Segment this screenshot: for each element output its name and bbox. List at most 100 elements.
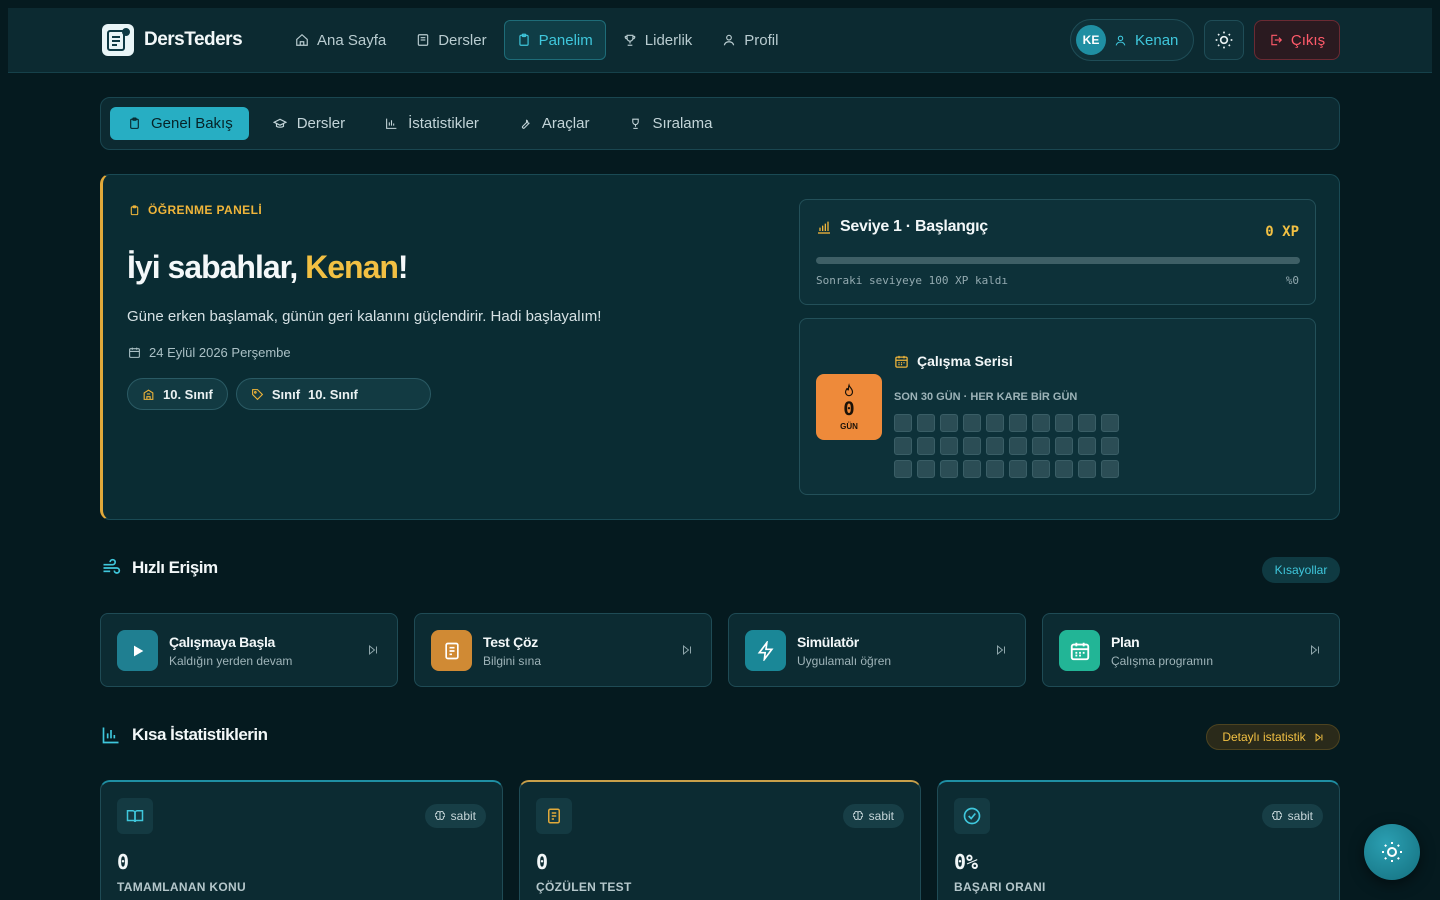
stat-label: TAMAMLANAN KONU	[117, 880, 246, 894]
skip-forward-icon	[369, 644, 377, 656]
grade-chip-label: 10. Sınıf	[163, 386, 213, 402]
streak-day-cell	[1101, 437, 1119, 455]
clipboard-icon	[130, 117, 139, 129]
book-icon	[417, 34, 429, 46]
shortcuts-button[interactable]: Kısayollar	[1262, 557, 1340, 583]
user-menu[interactable]: KE Kenan	[1070, 19, 1194, 61]
wrench-icon	[521, 119, 530, 129]
quick-card-title: Plan	[1111, 634, 1140, 650]
streak-day-cell	[940, 414, 958, 432]
level-title: Seviye 1 · Başlangıç	[816, 218, 988, 236]
theme-toggle-button[interactable]	[1204, 20, 1244, 60]
brand-name: DersTeders	[144, 29, 243, 50]
nav-profile[interactable]: Profil	[709, 20, 791, 60]
stat-value: 0	[536, 850, 549, 874]
streak-day-cell	[940, 460, 958, 478]
nav-profile-label: Profil	[744, 31, 779, 49]
quick-card-subtitle: Bilgini sına	[483, 654, 542, 668]
streak-day-cell	[1009, 414, 1027, 432]
streak-unit: GÜN	[840, 422, 858, 431]
streak-day-cell	[1101, 460, 1119, 478]
skip-forward-icon	[997, 644, 1005, 656]
tab-lessons[interactable]: Dersler	[255, 107, 361, 140]
flame-icon	[844, 383, 854, 397]
nav-home[interactable]: Ana Sayfa	[282, 20, 399, 60]
streak-day-cell	[1078, 437, 1096, 455]
school-icon	[143, 389, 154, 400]
tab-ranking-label: Sıralama	[652, 115, 713, 132]
streak-count: 0	[843, 398, 855, 420]
current-date-text: 24 Eylül 2026 Perşembe	[149, 345, 291, 360]
skip-forward-icon	[683, 644, 691, 656]
stats-title: Kısa İstatistiklerin	[132, 725, 268, 744]
brand[interactable]: DersTeders	[102, 24, 243, 56]
stat-value: 0	[117, 850, 130, 874]
theme-fab-button[interactable]	[1364, 824, 1420, 880]
logout-button[interactable]: Çıkış	[1254, 20, 1340, 60]
tab-statistics[interactable]: İstatistikler	[367, 107, 495, 140]
streak-title: Çalışma Serisi	[894, 353, 1013, 369]
streak-day-cell	[1055, 460, 1073, 478]
dashboard-tabs: Genel Bakış Dersler İstatistikler Araçla…	[100, 97, 1340, 150]
streak-day-cell	[1055, 437, 1073, 455]
nav-lessons[interactable]: Dersler	[403, 20, 499, 60]
streak-day-cell	[917, 460, 935, 478]
greeting-prefix: İyi sabahlar,	[127, 249, 306, 285]
logout-label: Çıkış	[1290, 31, 1326, 49]
stat-label: ÇÖZÜLEN TEST	[536, 880, 632, 894]
quick-card-start[interactable]: Çalışmaya Başla Kaldığın yerden devam	[100, 613, 398, 687]
calendar-icon	[895, 355, 908, 368]
tab-tools[interactable]: Araçlar	[501, 107, 606, 140]
streak-day-cell	[1032, 414, 1050, 432]
quick-icon-box	[431, 630, 472, 671]
streak-day-cell	[894, 414, 912, 432]
status-badge-label: sabit	[450, 809, 476, 823]
quick-card-subtitle: Kaldığın yerden devam	[169, 654, 293, 668]
streak-day-cell	[1078, 460, 1096, 478]
streak-day-cell	[963, 460, 981, 478]
stat-value: 0%	[954, 850, 979, 874]
sun-icon	[1382, 842, 1402, 862]
stat-icon-box	[536, 798, 572, 834]
skip-forward-icon	[1311, 644, 1319, 656]
nav-dashboard[interactable]: Panelim	[503, 20, 606, 60]
nav-leaderboard[interactable]: Liderlik	[610, 20, 706, 60]
nav-links: Ana Sayfa Dersler Panelim Liderlik Profi…	[282, 20, 791, 60]
quick-card-plan[interactable]: Plan Çalışma programın	[1042, 613, 1340, 687]
trophy-icon	[632, 118, 640, 129]
level-card: Seviye 1 · Başlangıç 0 XP Sonraki seviye…	[799, 199, 1316, 305]
tab-ranking[interactable]: Sıralama	[611, 107, 728, 140]
quick-card-simulator[interactable]: Simülatör Uygulamalı öğren	[728, 613, 1026, 687]
streak-day-cell	[894, 437, 912, 455]
tab-overview[interactable]: Genel Bakış	[110, 107, 249, 140]
current-date: 24 Eylül 2026 Perşembe	[128, 345, 291, 360]
avatar: KE	[1076, 25, 1106, 55]
trophy-icon	[624, 34, 636, 46]
streak-day-cell	[986, 437, 1004, 455]
status-badge-label: sabit	[1287, 809, 1313, 823]
nav-leaderboard-label: Liderlik	[644, 31, 693, 49]
class-chip-key: Sınıf	[271, 386, 301, 402]
detailed-stats-label: Detaylı istatistik	[1222, 730, 1306, 744]
stat-card-topics: sabit 0 TAMAMLANAN KONU	[100, 780, 503, 900]
quick-card-test[interactable]: Test Çöz Bilgini sına	[414, 613, 712, 687]
bar-chart-icon	[386, 118, 397, 129]
quick-access-title: Hızlı Erişim	[132, 558, 218, 577]
nav-dashboard-label: Panelim	[538, 31, 593, 49]
calendar-icon	[1070, 642, 1089, 660]
quick-icon-box	[745, 630, 786, 671]
graduation-cap-icon	[272, 118, 287, 128]
greeting-heading: İyi sabahlar, Kenan!	[127, 249, 409, 286]
streak-subtitle: SON 30 GÜN · HER KARE BİR GÜN	[894, 391, 1078, 403]
quick-card-subtitle: Çalışma programın	[1111, 654, 1214, 668]
grade-chip: 10. Sınıf	[127, 378, 228, 410]
streak-day-cell	[963, 437, 981, 455]
quick-icon-box	[117, 630, 158, 671]
tag-icon	[251, 388, 264, 400]
open-book-icon	[126, 810, 144, 823]
detailed-stats-button[interactable]: Detaylı istatistik	[1206, 724, 1340, 750]
stat-icon-box	[117, 798, 153, 834]
quick-icon-box	[1059, 630, 1100, 671]
status-badge: sabit	[1261, 804, 1323, 828]
greeting-suffix: !	[397, 249, 409, 285]
